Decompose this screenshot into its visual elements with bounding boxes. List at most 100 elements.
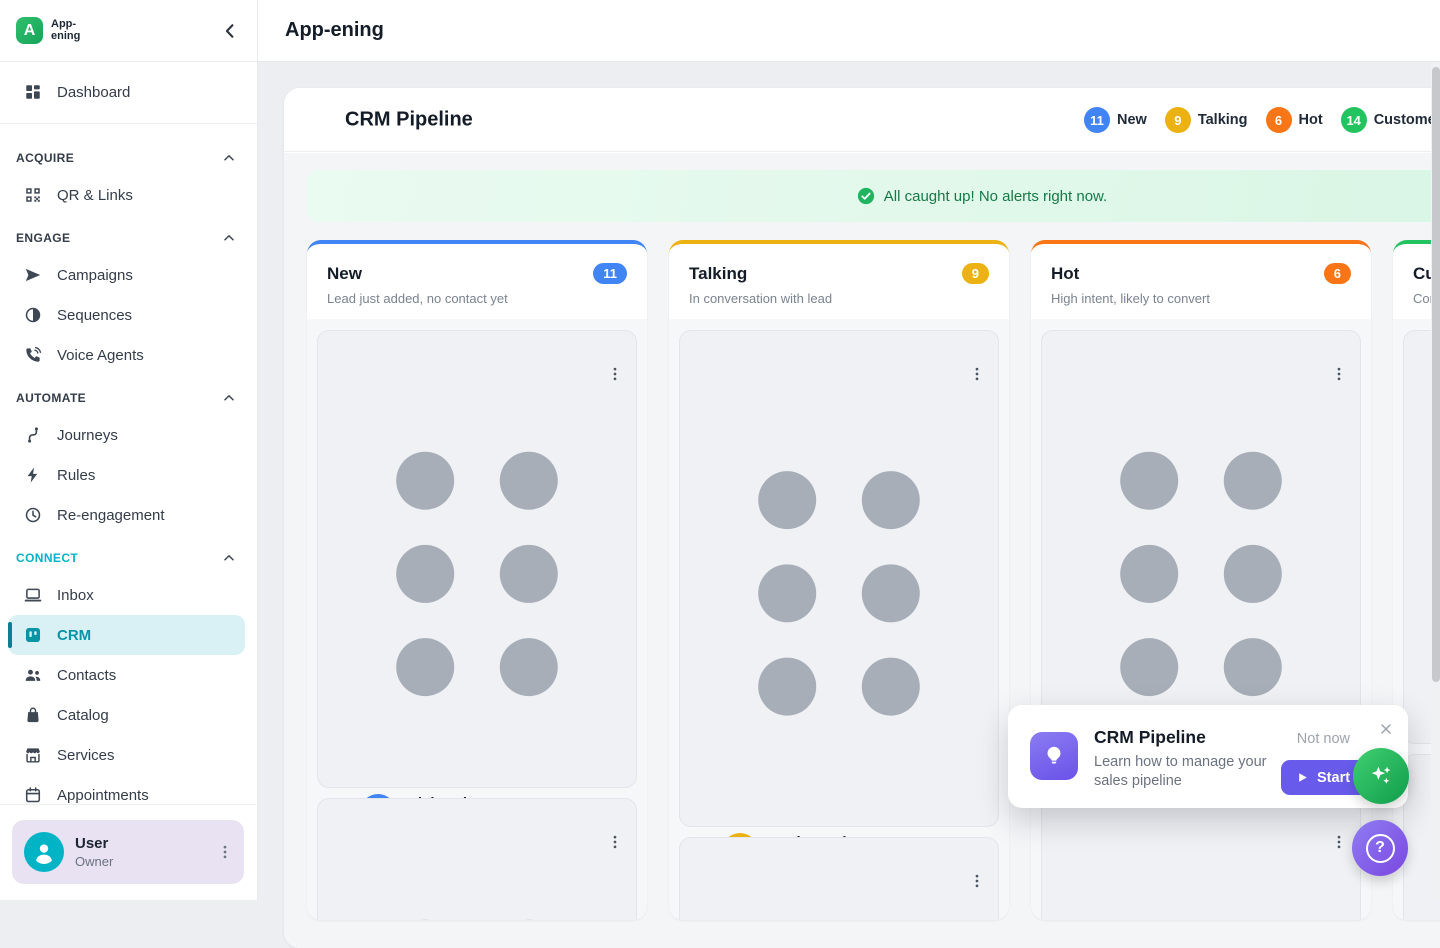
drag-handle-icon[interactable]	[332, 357, 622, 791]
sidebar-section-label: AUTOMATE	[16, 391, 86, 405]
sidebar-item-rules[interactable]: Rules	[0, 455, 257, 495]
column-header: Hot6High intent, likely to convert	[1031, 244, 1371, 319]
column-title: Talking	[689, 264, 747, 284]
stage-badge-customer: 14Customer	[1341, 107, 1440, 133]
user-footer: User Owner	[0, 804, 256, 900]
stage-count: 9	[1165, 107, 1191, 133]
pipeline-title: CRM Pipeline	[345, 108, 473, 131]
stage-summary: 11New9Talking6Hot14Customer	[1084, 88, 1440, 152]
column-new: New11Lead just added, no contact yetAKAi…	[307, 240, 647, 920]
card-menu-kebab-icon[interactable]	[968, 872, 986, 890]
alerts-banner: All caught up! No alerts right now.	[307, 170, 1440, 222]
column-body: AKAisha Khanenc:demo:+919876500001walk-i…	[307, 319, 647, 920]
ai-assistant-fab[interactable]	[1353, 748, 1409, 804]
sidebar-item-services[interactable]: Services	[0, 735, 257, 775]
lead-card[interactable]: MTManish Tiwarienc:demo:+919876500002ins…	[317, 798, 637, 920]
column-title: New	[327, 264, 362, 284]
card-menu-kebab-icon[interactable]	[606, 365, 624, 383]
close-icon[interactable]	[1378, 721, 1394, 737]
lead-card[interactable]: PDPallavi Deshmukhenc:demo:+919876500007…	[679, 837, 999, 920]
app-logo-text: App- ening	[51, 19, 80, 43]
logo-row: A App- ening	[0, 0, 257, 62]
sidebar-item-voice-agents[interactable]: Voice Agents	[0, 335, 257, 375]
calendar-icon	[24, 786, 42, 804]
sequences-icon	[24, 306, 42, 324]
kanban-icon	[24, 626, 42, 644]
drag-handle-icon[interactable]	[332, 825, 622, 920]
sidebar-collapse-icon[interactable]	[219, 20, 241, 42]
sidebar-item-re-engagement[interactable]: Re-engagement	[0, 495, 257, 535]
sidebar-item-campaigns[interactable]: Campaigns	[0, 255, 257, 295]
app-logo-line2: ening	[51, 31, 80, 43]
stage-badge-talking: 9Talking	[1165, 107, 1248, 133]
help-fab[interactable]: ?	[1352, 820, 1408, 876]
sidebar-item-qr-links[interactable]: QR & Links	[0, 175, 257, 215]
lead-card[interactable]: RCRohan Chatterjeeenc:demo:+919876500011…	[1041, 798, 1361, 920]
stage-badge-hot: 6Hot	[1266, 107, 1323, 133]
window-scrollbar-track	[1431, 62, 1440, 900]
alert-text: All caught up! No alerts right now.	[884, 188, 1107, 205]
sidebar-item-label: CRM	[57, 627, 91, 644]
pipeline-board: All caught up! No alerts right now. New 1…	[284, 153, 1440, 948]
stage-label: Hot	[1299, 112, 1323, 128]
column-count-badge: 9	[962, 263, 989, 284]
sidebar-item-label: Sequences	[57, 307, 132, 324]
chevron-up-icon	[221, 550, 237, 566]
user-profile-card[interactable]: User Owner	[12, 820, 244, 884]
user-menu-kebab-icon[interactable]	[216, 843, 234, 861]
crm-pipeline-panel: CRM Pipeline 11New9Talking6Hot14Customer…	[284, 88, 1440, 948]
send-icon	[24, 266, 42, 284]
card-menu-kebab-icon[interactable]	[968, 365, 986, 383]
column-count-badge: 11	[593, 263, 627, 284]
sidebar-item-label: Re-engagement	[57, 507, 165, 524]
sidebar-item-dashboard[interactable]: Dashboard	[0, 72, 257, 112]
sidebar-section-automate[interactable]: AUTOMATE	[0, 375, 257, 415]
sidebar-section-acquire[interactable]: ACQUIRE	[0, 135, 257, 175]
card-menu-kebab-icon[interactable]	[606, 833, 624, 851]
dashboard-icon	[24, 83, 42, 101]
qr-icon	[24, 186, 42, 204]
sidebar-nav: Dashboard ACQUIREQR & Links ENGAGE Campaign…	[0, 62, 257, 815]
sidebar-item-contacts[interactable]: Contacts	[0, 655, 257, 695]
pipeline-header: CRM Pipeline 11New9Talking6Hot14Customer	[284, 88, 1440, 152]
drag-handle-icon[interactable]	[694, 864, 984, 920]
card-menu-kebab-icon[interactable]	[1330, 365, 1348, 383]
sidebar-section-engage[interactable]: ENGAGE	[0, 215, 257, 255]
user-name: User	[75, 835, 113, 852]
sidebar-item-label: Campaigns	[57, 267, 133, 284]
drag-handle-icon[interactable]	[1056, 825, 1346, 920]
sidebar-item-inbox[interactable]: Inbox	[0, 575, 257, 615]
sidebar-item-crm[interactable]: CRM	[8, 615, 245, 655]
sidebar: A App- ening Dashboard ACQUIREQR & Links E…	[0, 0, 258, 900]
column-title-row: Hot6	[1051, 263, 1351, 284]
lightbulb-icon	[1030, 732, 1078, 780]
play-icon	[1297, 772, 1308, 783]
column-body: SMSanjay Mehtaenc:demo:+919876500006prem…	[669, 319, 1009, 920]
voice-icon	[24, 346, 42, 364]
sidebar-item-catalog[interactable]: Catalog	[0, 695, 257, 735]
sidebar-item-label: Dashboard	[57, 84, 130, 101]
sidebar-section-label: CONNECT	[16, 551, 78, 565]
sidebar-item-label: Services	[57, 747, 115, 764]
clock-icon	[24, 506, 42, 524]
sidebar-item-label: Journeys	[57, 427, 118, 444]
column-header: New11Lead just added, no contact yet	[307, 244, 647, 319]
not-now-button[interactable]: Not now	[1297, 731, 1350, 747]
drag-handle-icon[interactable]	[694, 357, 984, 830]
sidebar-item-label: Rules	[57, 467, 95, 484]
sidebar-section-label: ENGAGE	[16, 231, 70, 245]
stage-label: New	[1117, 112, 1147, 128]
lead-card[interactable]: SMSanjay Mehtaenc:demo:+919876500006prem…	[679, 330, 999, 827]
laptop-icon	[24, 586, 42, 604]
sidebar-item-sequences[interactable]: Sequences	[0, 295, 257, 335]
card-menu-kebab-icon[interactable]	[1330, 833, 1348, 851]
window-scrollbar-thumb[interactable]	[1432, 67, 1440, 682]
sidebar-item-label: Catalog	[57, 707, 109, 724]
sidebar-item-label: Appointments	[57, 787, 149, 804]
kanban-columns: New11Lead just added, no contact yetAKAi…	[307, 240, 1440, 920]
sidebar-item-journeys[interactable]: Journeys	[0, 415, 257, 455]
lead-card[interactable]: AKAisha Khanenc:demo:+919876500001walk-i…	[317, 330, 637, 788]
tour-popup: CRM Pipeline Learn how to manage your sa…	[1008, 705, 1408, 808]
store-icon	[24, 746, 42, 764]
sidebar-section-connect[interactable]: CONNECT	[0, 535, 257, 575]
